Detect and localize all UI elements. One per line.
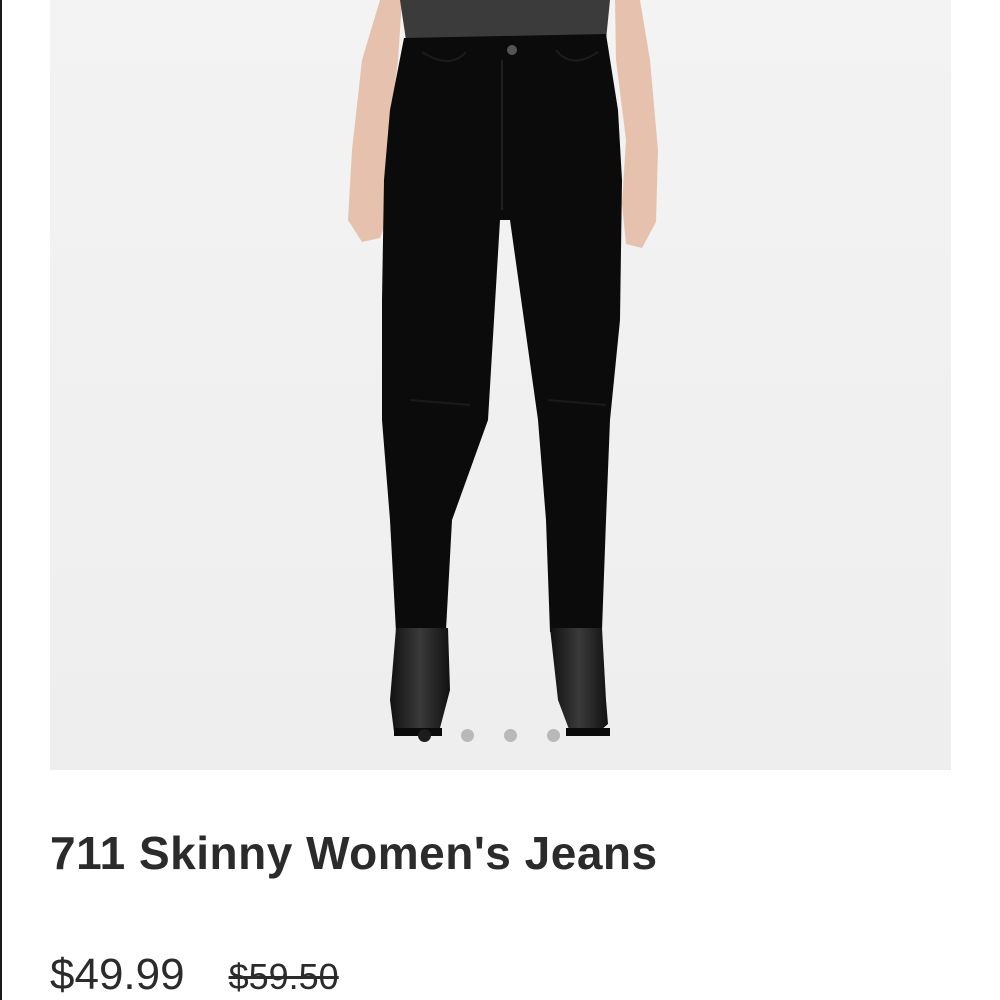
carousel-dot-4[interactable] — [547, 729, 560, 742]
carousel-dot-1[interactable] — [418, 729, 431, 742]
product-page: 711 Skinny Women's Jeans $49.99 $59.50 — [0, 0, 1000, 1000]
shirt — [400, 0, 610, 40]
product-title: 711 Skinny Women's Jeans — [50, 827, 658, 879]
original-price: $59.50 — [228, 956, 339, 997]
left-boot — [390, 628, 450, 736]
price-row: $49.99 $59.50 — [50, 950, 339, 1000]
jeans-model-illustration — [50, 0, 951, 770]
carousel-dot-3[interactable] — [504, 729, 517, 742]
left-border — [0, 0, 2, 1000]
product-image[interactable] — [50, 0, 951, 770]
image-carousel-dots — [50, 729, 951, 743]
sale-price: $49.99 — [50, 950, 185, 999]
carousel-dot-2[interactable] — [461, 729, 474, 742]
